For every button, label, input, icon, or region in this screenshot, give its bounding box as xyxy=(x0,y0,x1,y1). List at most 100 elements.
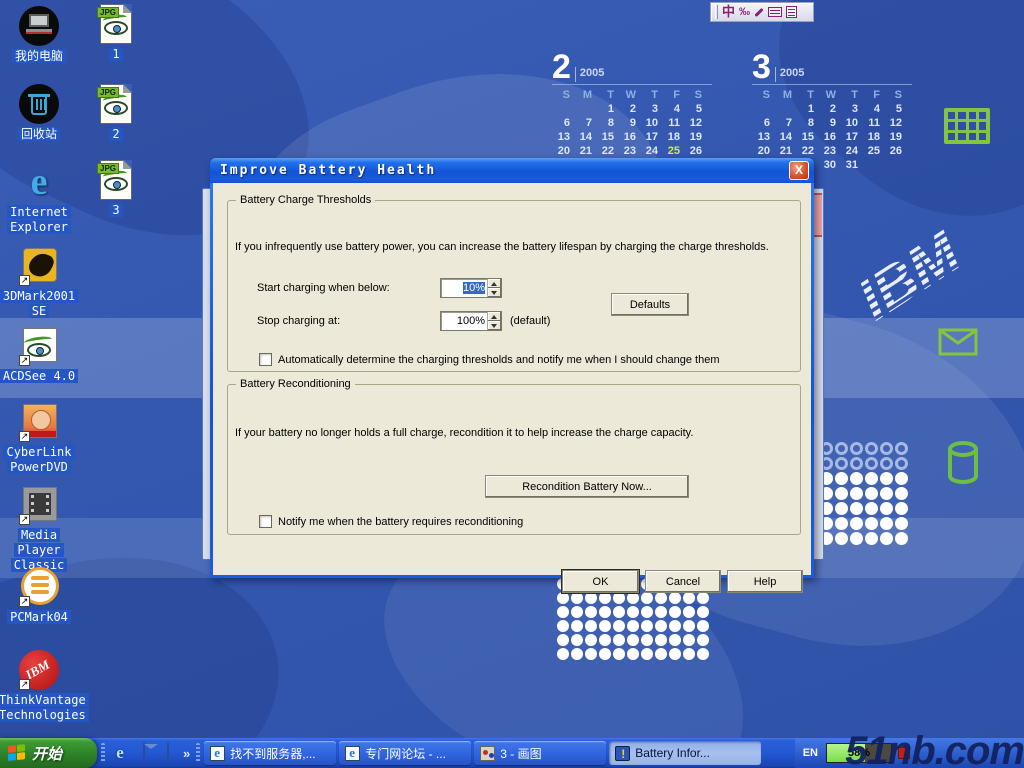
shortcut-arrow-icon: ↗ xyxy=(19,514,30,525)
start-charging-spinbox[interactable]: 10% xyxy=(440,278,502,298)
spin-up-icon[interactable] xyxy=(488,279,501,288)
calendar-year: 2005 xyxy=(575,67,604,82)
calendar-day-cell: 18 xyxy=(662,130,684,144)
task-button-paint[interactable]: 3 - 画图 xyxy=(474,741,606,765)
quick-launch-grip[interactable] xyxy=(101,743,105,763)
help-button[interactable]: Help xyxy=(727,570,803,593)
quick-launch-mail-icon[interactable] xyxy=(135,744,153,762)
task-button-forum[interactable]: 专门网论坛 - ... xyxy=(339,741,471,765)
stop-charging-spinbox[interactable]: 100% xyxy=(440,311,502,331)
calendar-day-cell: 8 xyxy=(596,116,618,130)
jpg-file-icon: JPG xyxy=(100,4,132,44)
start-button[interactable]: 开始 xyxy=(0,738,97,768)
language-indicator[interactable]: EN xyxy=(795,747,826,759)
ie-page-icon xyxy=(345,746,360,761)
desktop-icon-3dmark2001[interactable]: ↗ 3DMark2001 SE xyxy=(0,246,82,319)
ime-grip[interactable] xyxy=(715,5,718,19)
quick-launch-ie-icon[interactable]: e xyxy=(111,744,129,762)
desktop-icon-media-player-classic[interactable]: ↗ Media Player Classic xyxy=(0,485,82,573)
default-note: (default) xyxy=(510,315,550,327)
auto-determine-checkbox[interactable]: Automatically determine the charging thr… xyxy=(259,353,719,366)
watermark: 51nb.com xyxy=(845,729,1024,768)
desktop-icon-my-computer[interactable]: 我的电脑 xyxy=(0,6,82,64)
calendar-day-header: T xyxy=(796,88,818,102)
desktop-icon-jpg-1[interactable]: JPG 1 xyxy=(73,4,159,62)
calendar-day-cell: 7 xyxy=(774,116,796,130)
calendar-day-cell: 24 xyxy=(640,144,662,158)
calendar-month-number: 2 xyxy=(552,52,571,82)
icon-label: ACDSee 4.0 xyxy=(0,369,78,383)
quick-launch-chevron-icon[interactable]: » xyxy=(183,746,190,761)
calendar-day-cell: 13 xyxy=(752,130,774,144)
calendar-day-cell: 20 xyxy=(752,144,774,158)
task-button-battery-information[interactable]: Battery Infor... xyxy=(609,741,761,765)
ime-soft-keyboard-icon[interactable] xyxy=(768,7,782,17)
spin-down-icon[interactable] xyxy=(488,288,501,297)
paint-icon xyxy=(480,746,495,761)
calendar-day-cell: 23 xyxy=(818,144,840,158)
calendar-day-header: F xyxy=(862,88,884,102)
calendar-day-cell: 22 xyxy=(596,144,618,158)
calendar-day-header: S xyxy=(684,88,706,102)
ok-button[interactable]: OK xyxy=(562,570,639,593)
calendar-day-cell: 18 xyxy=(862,130,884,144)
desktop-icon-jpg-2[interactable]: JPG 2 xyxy=(73,84,159,142)
dialog-titlebar[interactable]: Improve Battery Health X xyxy=(210,158,814,183)
calendar-day-cell: 19 xyxy=(884,130,906,144)
calendar-day-cell: 7 xyxy=(574,116,596,130)
stop-charging-label: Stop charging at: xyxy=(257,315,340,327)
calendar-day-cell: 25 xyxy=(662,144,684,158)
start-button-label: 开始 xyxy=(32,743,62,764)
ime-language-bar[interactable]: 中 ‰ xyxy=(710,2,814,22)
calendar-day-cell: 16 xyxy=(818,130,840,144)
calendar-day-cell: 5 xyxy=(884,102,906,116)
grid-deco-icon xyxy=(944,108,990,144)
spin-up-icon[interactable] xyxy=(488,312,501,321)
group-title: Battery Reconditioning xyxy=(236,378,355,390)
calendar-day-cell: 2 xyxy=(618,102,640,116)
shortcut-arrow-icon: ↗ xyxy=(19,275,30,286)
windows-logo-icon xyxy=(8,744,26,763)
recondition-battery-button[interactable]: Recondition Battery Now... xyxy=(485,475,689,498)
start-charging-value[interactable]: 10% xyxy=(441,279,487,297)
icon-label: 回收站 xyxy=(18,127,60,141)
calendar-day-header: T xyxy=(840,88,862,102)
close-icon[interactable]: X xyxy=(789,161,809,180)
desktop-icon-recycle-bin[interactable]: 回收站 xyxy=(0,84,82,142)
dot-grid-right xyxy=(820,442,908,545)
desktop-icon-thinkvantage[interactable]: IBM↗ ThinkVantage Technologies xyxy=(0,650,82,723)
notify-reconditioning-checkbox[interactable]: Notify me when the battery requires reco… xyxy=(259,515,523,528)
calendar-day-header: M xyxy=(574,88,596,102)
task-button-server-not-found[interactable]: 找不到服务器,... xyxy=(204,741,336,765)
desktop-icon-powerdvd[interactable]: ↗ CyberLink PowerDVD xyxy=(0,402,82,475)
icon-label: Media Player Classic xyxy=(11,528,68,572)
icon-label: 3 xyxy=(109,203,122,217)
ime-chinese-indicator-icon[interactable]: 中 xyxy=(722,3,735,21)
calendar-day-header: M xyxy=(774,88,796,102)
checkbox-icon[interactable] xyxy=(259,515,272,528)
checkbox-icon[interactable] xyxy=(259,353,272,366)
desktop-icon-jpg-3[interactable]: JPG 3 xyxy=(73,160,159,218)
ime-menu-icon[interactable] xyxy=(786,6,797,18)
calendar-day-header: S xyxy=(552,88,574,102)
stop-charging-value[interactable]: 100% xyxy=(441,312,487,330)
calendar-day-cell: 15 xyxy=(596,130,618,144)
show-desktop-icon[interactable] xyxy=(159,744,177,762)
icon-label: Internet Explorer xyxy=(7,205,71,234)
taskband-grip[interactable] xyxy=(196,743,200,763)
defaults-button[interactable]: Defaults xyxy=(611,293,689,316)
ime-mode-icon[interactable]: ‰ xyxy=(739,6,750,18)
calendar-day-cell: 21 xyxy=(574,144,596,158)
task-button-label: Battery Infor... xyxy=(635,746,710,760)
spin-down-icon[interactable] xyxy=(488,321,501,330)
desktop-icon-acdsee[interactable]: ↗ ACDSee 4.0 xyxy=(0,326,82,384)
ime-pen-icon[interactable] xyxy=(754,7,763,16)
desktop-icon-pcmark04[interactable]: ↗ PCMark04 xyxy=(0,567,82,625)
calendar-day-cell xyxy=(574,102,596,116)
cancel-button[interactable]: Cancel xyxy=(645,570,721,593)
jpg-file-icon: JPG xyxy=(100,84,132,124)
ibm-logo: IBM xyxy=(830,185,1000,340)
desktop-icon-internet-explorer[interactable]: e Internet Explorer xyxy=(0,162,82,235)
svg-text:IBM: IBM xyxy=(847,219,973,332)
calendar-day-cell: 10 xyxy=(840,116,862,130)
